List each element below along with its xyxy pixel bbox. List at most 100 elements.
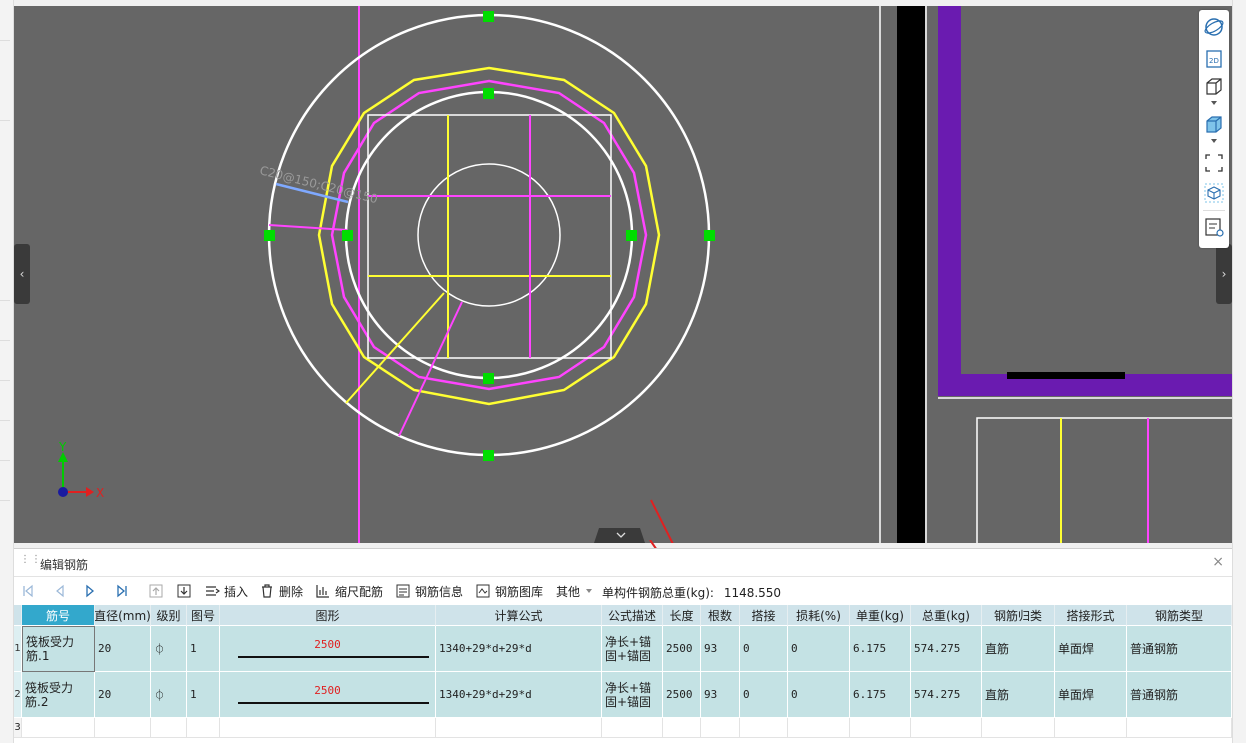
column-header[interactable]: 钢筋归类	[982, 605, 1055, 626]
empty-cell[interactable]	[1127, 718, 1232, 738]
column-header[interactable]: 图号	[187, 605, 220, 626]
chevron-down-icon[interactable]	[1203, 98, 1225, 108]
column-header[interactable]: 根数	[701, 605, 740, 626]
previous-record-icon[interactable]	[52, 583, 68, 599]
empty-cell[interactable]	[788, 718, 850, 738]
move-down-icon[interactable]	[176, 583, 192, 599]
count-cell[interactable]: 93	[701, 626, 740, 672]
column-header[interactable]: 公式描述	[602, 605, 663, 626]
rebar-info-button[interactable]: 钢筋信息	[395, 582, 463, 600]
column-header[interactable]: 单重(kg)	[850, 605, 911, 626]
delete-button[interactable]: 删除	[259, 582, 303, 600]
column-header[interactable]: 长度	[663, 605, 701, 626]
formula-cell[interactable]: 1340+29*d+29*d	[436, 672, 602, 718]
grade-cell[interactable]: ⏀	[151, 672, 187, 718]
formula-description-cell[interactable]: 净长+锚固+锚固	[602, 672, 663, 718]
view-2d-icon[interactable]: 2D	[1203, 48, 1225, 70]
unit-weight-cell[interactable]: 6.175	[850, 672, 911, 718]
lap-type-cell[interactable]: 单面焊	[1055, 672, 1127, 718]
column-header[interactable]: 搭接	[740, 605, 788, 626]
empty-cell[interactable]	[151, 718, 187, 738]
empty-cell[interactable]	[436, 718, 602, 738]
figure-number-cell[interactable]: 1	[187, 626, 220, 672]
rebar-type-cell[interactable]: 普通钢筋	[1127, 672, 1232, 718]
empty-cell[interactable]	[850, 718, 911, 738]
box-view-icon[interactable]	[1203, 76, 1225, 98]
right-expand-tab[interactable]: ›	[1216, 244, 1232, 304]
table-row[interactable]: 2 筏板受力筋.2 20 ⏀ 1 2500 1340+29*d+29*d 净长+…	[14, 672, 1232, 718]
drag-grip-icon[interactable]: ⋮⋮	[20, 555, 41, 569]
empty-cell[interactable]	[187, 718, 220, 738]
drawing-viewport[interactable]: C20@150;C20@150 Y X ‹ ›	[14, 6, 1232, 543]
column-header[interactable]: 计算公式	[436, 605, 602, 626]
formula-description-cell[interactable]: 净长+锚固+锚固	[602, 626, 663, 672]
properties-view-icon[interactable]	[1203, 216, 1225, 238]
category-cell[interactable]: 直筋	[982, 626, 1055, 672]
other-dropdown[interactable]: 其他	[556, 582, 593, 600]
grip-handle[interactable]	[626, 230, 637, 241]
last-record-icon[interactable]	[114, 583, 130, 599]
loss-cell[interactable]: 0	[788, 626, 850, 672]
left-expand-tab[interactable]: ‹	[14, 244, 30, 304]
grip-handle[interactable]	[264, 230, 275, 241]
drawing-canvas[interactable]: C20@150;C20@150 Y X	[14, 6, 1232, 543]
empty-cell[interactable]	[701, 718, 740, 738]
rebar-name-cell[interactable]: 筏板受力筋.1	[22, 626, 95, 672]
grip-handle[interactable]	[342, 230, 353, 241]
scale-rebar-button[interactable]: 缩尺配筋	[315, 582, 383, 600]
shape-cell[interactable]: 2500	[220, 626, 436, 672]
column-header[interactable]: 图形	[220, 605, 436, 626]
empty-cell[interactable]	[911, 718, 982, 738]
grade-cell[interactable]: ⏀	[151, 626, 187, 672]
column-header[interactable]: 直径(mm)	[95, 605, 151, 626]
rebar-library-button[interactable]: 钢筋图库	[475, 582, 543, 600]
rebar-type-cell[interactable]: 普通钢筋	[1127, 626, 1232, 672]
orbit-icon[interactable]	[1203, 16, 1225, 38]
grip-handle[interactable]	[483, 373, 494, 384]
next-record-icon[interactable]	[82, 583, 98, 599]
column-header[interactable]: 搭接形式	[1055, 605, 1127, 626]
insert-button[interactable]: 插入	[204, 582, 248, 600]
empty-cell[interactable]	[740, 718, 788, 738]
total-weight-cell[interactable]: 574.275	[911, 672, 982, 718]
empty-cell[interactable]	[663, 718, 701, 738]
first-record-icon[interactable]	[20, 583, 36, 599]
empty-cell[interactable]	[982, 718, 1055, 738]
empty-cell[interactable]	[95, 718, 151, 738]
diameter-cell[interactable]: 20	[95, 672, 151, 718]
empty-cell[interactable]	[220, 718, 436, 738]
column-header[interactable]: 筋号	[22, 605, 95, 626]
column-header[interactable]: 损耗(%)	[788, 605, 850, 626]
length-cell[interactable]: 2500	[663, 672, 701, 718]
fullscreen-icon[interactable]	[1203, 152, 1225, 174]
shape-cell[interactable]: 2500	[220, 672, 436, 718]
empty-cell[interactable]	[1055, 718, 1127, 738]
count-cell[interactable]: 93	[701, 672, 740, 718]
column-header[interactable]: 钢筋类型	[1127, 605, 1232, 626]
table-row-empty[interactable]: 3	[14, 718, 1232, 738]
empty-cell[interactable]	[602, 718, 663, 738]
diameter-cell[interactable]: 20	[95, 626, 151, 672]
total-weight-cell[interactable]: 574.275	[911, 626, 982, 672]
chevron-down-icon[interactable]	[1203, 136, 1225, 146]
close-icon[interactable]: ×	[1212, 554, 1224, 570]
loss-cell[interactable]: 0	[788, 672, 850, 718]
move-up-icon[interactable]	[148, 583, 164, 599]
lap-cell[interactable]: 0	[740, 672, 788, 718]
column-header[interactable]: 总重(kg)	[911, 605, 982, 626]
grip-handle[interactable]	[483, 11, 494, 22]
unit-weight-cell[interactable]: 6.175	[850, 626, 911, 672]
column-header[interactable]: 级别	[151, 605, 187, 626]
figure-number-cell[interactable]: 1	[187, 672, 220, 718]
category-cell[interactable]: 直筋	[982, 672, 1055, 718]
empty-cell[interactable]	[22, 718, 95, 738]
lap-type-cell[interactable]: 单面焊	[1055, 626, 1127, 672]
grip-handle[interactable]	[483, 450, 494, 461]
grip-handle[interactable]	[704, 230, 715, 241]
formula-cell[interactable]: 1340+29*d+29*d	[436, 626, 602, 672]
lap-cell[interactable]: 0	[740, 626, 788, 672]
solid-box-icon[interactable]	[1203, 114, 1225, 136]
length-cell[interactable]: 2500	[663, 626, 701, 672]
grip-handle[interactable]	[483, 88, 494, 99]
rebar-name-cell[interactable]: 筏板受力筋.2	[22, 672, 95, 718]
